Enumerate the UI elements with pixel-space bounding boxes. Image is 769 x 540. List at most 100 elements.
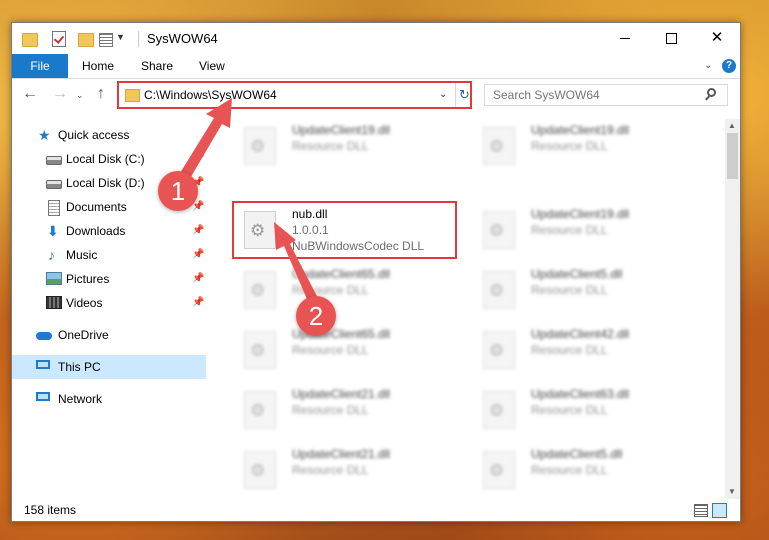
file-type: Resource DLL [292, 403, 369, 417]
list-item[interactable]: UpdateClient65.dll Resource DLL [232, 263, 457, 315]
sidebar-item-label: Downloads [66, 224, 126, 238]
scrollbar-thumb[interactable] [727, 133, 738, 179]
expand-ribbon-chevron-icon[interactable]: ⌄ [704, 60, 712, 71]
status-bar: 158 items [12, 499, 740, 521]
pin-icon[interactable]: 📌 [192, 219, 204, 243]
file-name: UpdateClient65.dll [292, 267, 391, 281]
step-2-badge: 2 [296, 296, 336, 336]
dll-file-icon [483, 271, 515, 309]
properties-check-icon[interactable] [52, 31, 66, 47]
dll-file-icon [244, 331, 276, 369]
recent-locations-chevron-icon[interactable]: ⌄ [76, 90, 84, 101]
customize-toolbar-chevron-icon[interactable]: ▼ [116, 32, 125, 48]
address-path[interactable]: C:\Windows\SysWOW64 [144, 88, 277, 102]
tab-share[interactable]: Share [129, 54, 185, 78]
file-type: Resource DLL [292, 139, 369, 153]
list-item[interactable]: UpdateClient21.dll Resource DLL [232, 383, 457, 435]
dll-file-icon [483, 391, 515, 429]
list-item[interactable]: UpdateClient5.dll Resource DLL [471, 443, 696, 495]
pin-icon[interactable]: 📌 [192, 147, 204, 171]
up-button[interactable]: ↑ [97, 85, 105, 103]
sidebar-item-music[interactable]: ♪ Music 📌 [12, 243, 206, 267]
cloud-icon [36, 332, 52, 340]
list-item[interactable]: UpdateClient5.dll Resource DLL [471, 263, 696, 315]
list-item[interactable]: UpdateClient65.dll Resource DLL [232, 323, 457, 375]
minimize-icon [620, 37, 630, 39]
pin-icon[interactable]: 📌 [192, 291, 204, 315]
scroll-down-arrow-icon[interactable]: ▼ [728, 487, 736, 496]
address-bar[interactable]: C:\Windows\SysWOW64 ⌄ ↻ [117, 81, 472, 109]
network-icon [36, 392, 50, 401]
details-view-icon[interactable] [694, 504, 708, 517]
sidebar-item-label: Quick access [58, 128, 130, 142]
file-type: Resource DLL [531, 223, 608, 237]
dll-file-icon [483, 451, 515, 489]
maximize-icon [665, 32, 677, 44]
file-type: Resource DLL [531, 463, 608, 477]
music-note-icon: ♪ [48, 247, 55, 263]
file-name: UpdateClient19.dll [292, 123, 391, 137]
tab-view[interactable]: View [187, 54, 237, 78]
hard-drive-icon [46, 156, 62, 165]
pictures-icon [46, 272, 62, 285]
sidebar-item-label: Videos [66, 296, 103, 310]
tab-home[interactable]: Home [70, 54, 126, 78]
sidebar-item-label: Local Disk (D:) [66, 176, 145, 190]
search-icon[interactable] [707, 88, 716, 97]
file-name: UpdateClient5.dll [531, 447, 623, 461]
list-item[interactable]: UpdateClient19.dll Resource DLL [471, 119, 696, 171]
sidebar-item-pictures[interactable]: Pictures 📌 [12, 267, 206, 291]
dll-file-icon [483, 211, 515, 249]
maximize-button[interactable] [648, 23, 694, 54]
view-properties-icon[interactable] [99, 33, 113, 47]
folder-icon[interactable] [22, 33, 38, 47]
file-type: Resource DLL [292, 283, 369, 297]
vertical-scrollbar[interactable]: ▲ ▼ [725, 119, 740, 499]
document-icon [48, 200, 60, 216]
tab-file[interactable]: File [12, 54, 68, 78]
new-folder-icon[interactable] [78, 33, 94, 47]
sidebar-item-downloads[interactable]: ⬇ Downloads 📌 [12, 219, 206, 243]
sidebar-item-label: Network [58, 392, 103, 406]
sidebar-item-label: This PC [58, 360, 101, 374]
file-type: Resource DLL [292, 463, 369, 477]
list-item[interactable]: UpdateClient19.dll Resource DLL [232, 119, 457, 171]
sidebar-item-onedrive[interactable]: OneDrive [12, 323, 206, 347]
sidebar-item-network[interactable]: Network [12, 387, 206, 411]
forward-button[interactable]: → [52, 85, 68, 103]
list-item[interactable]: UpdateClient42.dll Resource DLL [471, 323, 696, 375]
sidebar-item-quick-access[interactable]: ★ Quick access [12, 123, 206, 147]
close-button[interactable]: ✕ [694, 23, 740, 54]
sidebar-item-label: OneDrive [58, 328, 109, 342]
toolbar-divider [138, 31, 139, 47]
scroll-up-arrow-icon[interactable]: ▲ [728, 121, 736, 130]
sidebar-item-videos[interactable]: Videos 📌 [12, 291, 206, 315]
list-item[interactable]: UpdateClient63.dll Resource DLL [471, 383, 696, 435]
minimize-button[interactable] [602, 23, 648, 54]
sidebar-item-local-disk-c[interactable]: Local Disk (C:) 📌 [12, 147, 206, 171]
dll-file-icon [483, 331, 515, 369]
address-dropdown-chevron-icon[interactable]: ⌄ [439, 89, 447, 100]
list-item[interactable]: UpdateClient19.dll Resource DLL [471, 203, 696, 255]
back-button[interactable]: ← [22, 85, 38, 103]
pin-icon[interactable]: 📌 [192, 267, 204, 291]
folder-icon [125, 89, 140, 102]
title-bar: ▼ SysWOW64 ✕ [12, 23, 740, 54]
file-type: Resource DLL [531, 343, 608, 357]
file-name: UpdateClient19.dll [531, 207, 630, 221]
sidebar-item-label: Music [66, 248, 98, 262]
refresh-icon[interactable]: ↻ [455, 83, 473, 107]
search-box[interactable] [484, 84, 728, 106]
file-type: Resource DLL [531, 403, 608, 417]
sidebar-item-this-pc[interactable]: This PC [12, 355, 206, 379]
large-icons-view-icon[interactable] [712, 503, 727, 518]
file-explorer-window: ▼ SysWOW64 ✕ File Home Share View ⌄ ? ← … [11, 22, 741, 522]
search-input[interactable] [493, 88, 693, 102]
file-name: UpdateClient19.dll [531, 123, 630, 137]
pin-icon[interactable]: 📌 [192, 243, 204, 267]
file-name: UpdateClient5.dll [531, 267, 623, 281]
help-icon[interactable]: ? [722, 59, 736, 73]
file-name: UpdateClient42.dll [531, 327, 630, 341]
hard-drive-icon [46, 180, 62, 189]
list-item[interactable]: UpdateClient21.dll Resource DLL [232, 443, 457, 495]
